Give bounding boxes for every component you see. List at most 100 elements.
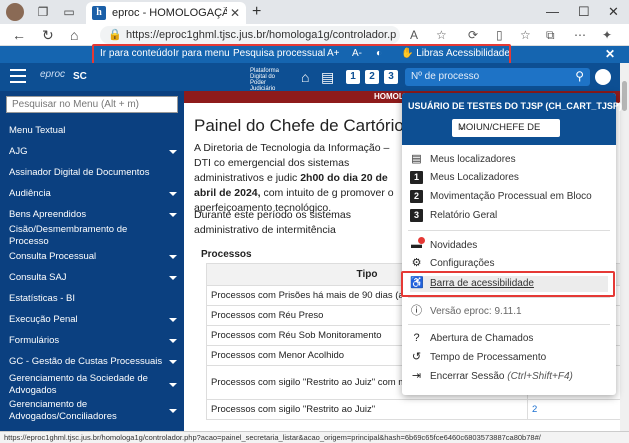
processes-section-title: Processos xyxy=(201,249,252,260)
accessibility-menu-highlight xyxy=(401,271,615,297)
caret-down-icon xyxy=(169,275,177,280)
menu-meus-localizadores-1[interactable]: 1 Meus Localizadores xyxy=(410,170,610,186)
menu-label: Novidades xyxy=(430,240,478,251)
scrollbar-thumb[interactable] xyxy=(622,81,627,111)
hamburger-menu-icon[interactable] xyxy=(10,69,26,83)
state-label: SC xyxy=(73,71,87,82)
sidebar-item[interactable]: Estatísticas - BI xyxy=(0,288,184,309)
menu-tempo-processamento[interactable]: ↺ Tempo de Processamento xyxy=(410,350,610,366)
user-menu-dropdown: USUÁRIO DE TESTES DO TJSP (CH_CART_TJSP)… xyxy=(402,93,622,395)
url-field[interactable]: 🔒 https://eproc1ghml.tjsc.jus.br/homolog… xyxy=(100,26,400,44)
home-icon[interactable]: ⌂ xyxy=(301,69,309,85)
sidebar-item[interactable]: Cisão/Desmembramento de Processo xyxy=(0,224,184,247)
menu-label: Encerrar Sessão (Ctrl+Shift+F4) xyxy=(430,371,573,382)
menu-label: Tempo de Processamento xyxy=(430,352,547,363)
number-2-icon: 2 xyxy=(410,190,423,203)
close-accessibility-bar-icon[interactable]: ✕ xyxy=(605,47,615,61)
sidebar-item[interactable]: Menu Textual xyxy=(0,121,184,141)
eproc-logo: eproc xyxy=(40,69,66,80)
favorites-icon[interactable]: ☆ xyxy=(520,28,531,42)
menu-movimentacao-bloco[interactable]: 2 Movimentação Processual em Bloco xyxy=(410,189,610,205)
version-info: ⓘ Versão eproc: 9.11.1 xyxy=(410,304,610,320)
history-icon: ↺ xyxy=(411,351,422,363)
divider xyxy=(408,324,610,325)
logout-icon: ⇥ xyxy=(411,370,422,382)
user-name: USUÁRIO DE TESTES DO TJSP (CH_CART_TJSP) xyxy=(408,101,622,111)
profile-select[interactable]: MOIUN/CHEFE DE CA ⌄ xyxy=(452,119,560,137)
sidebar-menu: Menu Textual AJG Assinador Digital de Docu… xyxy=(0,121,184,424)
menu-abertura-chamados[interactable]: ? Abertura de Chamados xyxy=(410,331,610,347)
sidebar-item[interactable]: AJG xyxy=(0,141,184,162)
extensions-icon[interactable]: ⟳ xyxy=(468,28,478,42)
menu-relatorio-geral[interactable]: 3 Relatório Geral xyxy=(410,208,610,224)
split-screen-icon[interactable]: ▯ xyxy=(496,28,503,42)
menu-label: Relatório Geral xyxy=(430,210,498,221)
notification-dot xyxy=(418,237,425,244)
copilot-icon[interactable]: ✦ xyxy=(602,28,612,42)
notice-paragraph: A Diretoria de Tecnologia da Informação … xyxy=(194,142,394,214)
sidebar-item[interactable]: Consulta SAJ xyxy=(0,267,184,288)
browser-tab-bar: ❐ ▭ h eproc - HOMOLOGAÇÃO - SC - ✕ + — ☐… xyxy=(0,0,629,24)
sidebar-item[interactable]: Bens Apreendidos xyxy=(0,204,184,225)
sidebar-item-label: Gerenciamento de Advogados/Conciliadores xyxy=(9,399,117,422)
new-tab-icon[interactable]: + xyxy=(252,3,261,21)
read-aloud-icon[interactable]: A xyxy=(410,28,418,42)
home-icon[interactable]: ⌂ xyxy=(70,27,78,43)
refresh-icon[interactable]: ↻ xyxy=(42,27,54,44)
browser-tab[interactable]: h eproc - HOMOLOGAÇÃO - SC - ✕ xyxy=(86,2,246,24)
user-account-icon[interactable] xyxy=(595,69,611,85)
maximize-icon[interactable]: ☐ xyxy=(578,4,590,20)
menu-label: Configurações xyxy=(430,258,495,269)
sidebar-item[interactable]: Execução Penal xyxy=(0,309,184,330)
close-window-icon[interactable]: ✕ xyxy=(608,4,619,20)
minimize-icon[interactable]: — xyxy=(546,4,559,19)
sidebar-item[interactable]: Formulários xyxy=(0,330,184,351)
sidebar-item-label: Menu Textual xyxy=(9,125,66,136)
process-type-cell: Processos com sigilo "Restrito ao Juiz" xyxy=(206,399,528,420)
eproc-favicon-icon: h xyxy=(92,6,106,20)
menu-meus-localizadores[interactable]: ▤ Meus localizadores xyxy=(410,152,610,168)
shortcut-3-button[interactable]: 3 xyxy=(384,70,398,84)
process-number-search[interactable]: Nº de processo ⚲ xyxy=(405,68,590,86)
search-icon[interactable]: ⚲ xyxy=(575,69,584,83)
menu-label: Abertura de Chamados xyxy=(430,333,534,344)
logout-label: Encerrar Sessão xyxy=(430,371,505,382)
browser-settings-icon[interactable]: ⋯ xyxy=(574,28,586,42)
sidebar-item-label: AJG xyxy=(9,145,28,157)
sidebar-item-label: Gerenciamento da Sociedade de Advogados xyxy=(9,373,148,396)
close-tab-icon[interactable]: ✕ xyxy=(230,6,240,20)
pdpj-logo: Plataforma Digital do Poder Judiciário xyxy=(250,68,280,92)
sidebar-item-label: Execução Penal xyxy=(9,313,78,325)
menu-search-input[interactable]: Pesquisar no Menu (Alt + m) xyxy=(6,96,178,113)
workspaces-icon[interactable]: ❐ xyxy=(36,5,50,19)
favorite-star-icon[interactable]: ☆ xyxy=(436,28,447,42)
panel-icon[interactable]: ▤ xyxy=(321,69,334,86)
menu-label: Movimentação Processual em Bloco xyxy=(430,191,592,202)
menu-encerrar-sessao[interactable]: ⇥ Encerrar Sessão (Ctrl+Shift+F4) xyxy=(410,369,610,385)
shortcut-1-button[interactable]: 1 xyxy=(346,70,360,84)
lock-icon: 🔒 xyxy=(108,29,122,41)
homologation-label: HOMOL xyxy=(374,92,404,101)
sidebar-item[interactable]: Assinador Digital de Documentos xyxy=(0,162,184,183)
menu-novidades[interactable]: ▬ Novidades xyxy=(410,237,610,254)
caret-down-icon xyxy=(169,191,177,196)
chevron-down-icon: ⌄ xyxy=(458,122,466,132)
sidebar-item[interactable]: Gerenciamento da Sociedade de Advogados xyxy=(0,372,184,398)
number-1-icon: 1 xyxy=(410,171,423,184)
number-3-icon: 3 xyxy=(410,209,423,222)
process-count-link[interactable]: 2 xyxy=(527,399,620,420)
page-scrollbar[interactable] xyxy=(620,63,629,431)
profile-avatar[interactable] xyxy=(6,3,24,21)
tab-actions-icon[interactable]: ▭ xyxy=(62,5,76,19)
sidebar-item[interactable]: Consulta Processual xyxy=(0,246,184,267)
back-icon[interactable]: ← xyxy=(12,27,26,43)
caret-down-icon xyxy=(169,383,177,387)
sidebar-item[interactable]: Audiência xyxy=(0,183,184,204)
collections-icon[interactable]: ⧉ xyxy=(546,28,555,43)
logout-shortcut: (Ctrl+Shift+F4) xyxy=(507,371,573,382)
shortcut-2-button[interactable]: 2 xyxy=(365,70,379,84)
sidebar-item[interactable]: GC - Gestão de Custas Processuais xyxy=(0,351,184,372)
caret-down-icon xyxy=(169,149,177,154)
sidebar-item[interactable]: Gerenciamento de Advogados/Conciliadores xyxy=(0,398,184,424)
menu-configuracoes[interactable]: ⚙ Configurações xyxy=(410,256,610,272)
